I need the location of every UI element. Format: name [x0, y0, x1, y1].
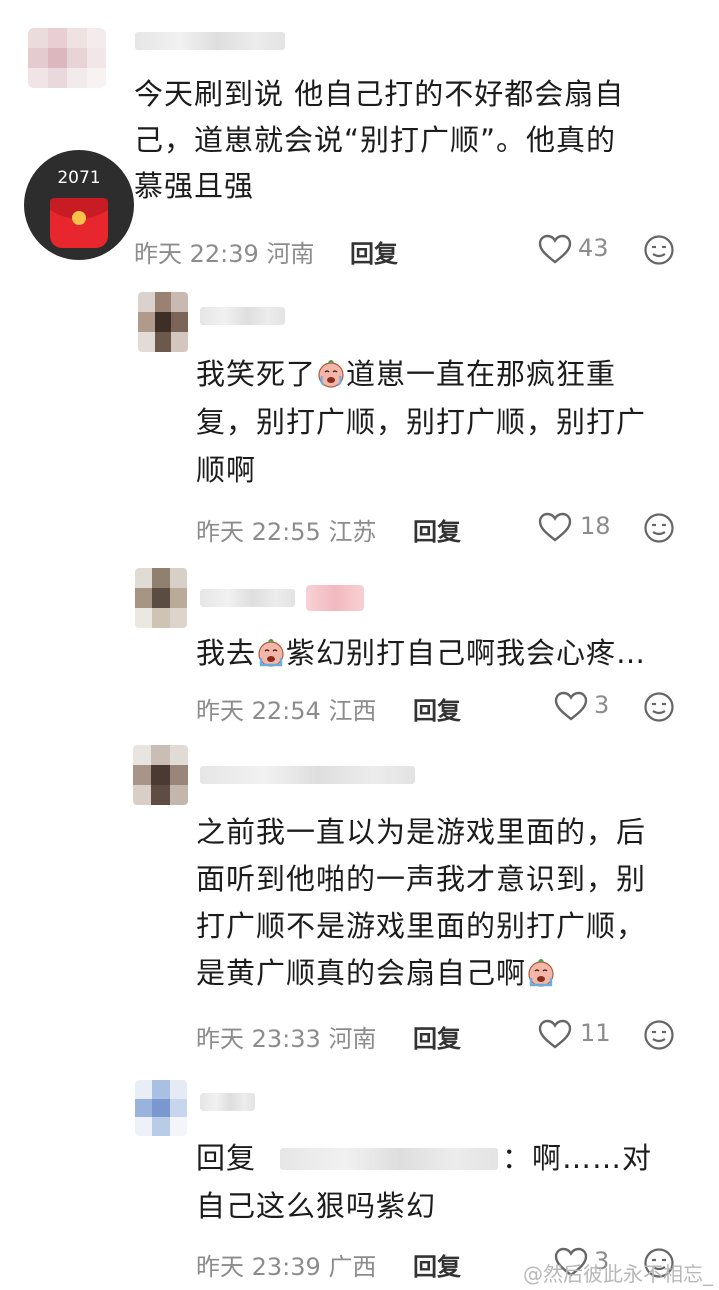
comment-time: 昨天 22:55 江苏: [196, 512, 376, 547]
reply-button[interactable]: 回复: [413, 1019, 461, 1054]
time-text: 昨天 23:33: [196, 1025, 321, 1053]
username-blurred[interactable]: [200, 307, 285, 325]
comment-badge: 2071: [24, 150, 134, 260]
time-text: 昨天 22:39: [134, 240, 259, 268]
like-count: 18: [580, 512, 611, 540]
username-blurred[interactable]: [200, 766, 415, 784]
comment-line: 今天刷到说 他自己打的不好都会扇自: [134, 77, 625, 111]
comment-line: 我笑死了 道崽一直在那疯狂重: [196, 354, 696, 394]
comment-line: 打广顺不是游戏里面的别打广顺，: [196, 909, 647, 943]
reply-button[interactable]: 回复: [413, 512, 461, 547]
comment-text: 今天刷到说 他自己打的不好都会扇自 己，道崽就会说“别打广顺”。他真的 慕强且强: [134, 74, 694, 206]
reply-button[interactable]: 回复: [413, 1247, 461, 1282]
comment-fragment: ：啊……对: [502, 1141, 653, 1175]
heart-outline-icon[interactable]: [538, 234, 572, 264]
comment-text: 我笑死了 道崽一直在那疯狂重 复，别打广顺，别打广顺，别打广 顺啊: [196, 354, 696, 490]
heart-outline-icon[interactable]: [538, 512, 572, 542]
location-text: 河南: [266, 240, 315, 268]
reply-button[interactable]: 回复: [413, 691, 461, 726]
avatar[interactable]: [28, 28, 106, 88]
red-packet-icon: [50, 198, 108, 248]
avatar[interactable]: [133, 745, 188, 805]
badge-number: 2071: [57, 168, 101, 188]
comment-line: 面听到他啪的一声我才意识到，别: [196, 862, 647, 896]
comment-line: 慕强且强: [134, 169, 255, 203]
watermark: @然后彼此永不相忘_: [523, 1262, 713, 1286]
comment-fragment: 我笑死了: [196, 357, 317, 391]
like-count: 3: [594, 691, 610, 719]
location-text: 江西: [328, 697, 377, 725]
comment-line: 复，别打广顺，别打广顺，别打广: [196, 405, 647, 439]
heart-outline-icon[interactable]: [538, 1019, 572, 1049]
comment-line: 自己这么狠吗紫幻: [196, 1189, 437, 1223]
avatar[interactable]: [138, 292, 188, 352]
like-count: 11: [580, 1019, 611, 1047]
time-text: 昨天 23:39: [196, 1253, 321, 1281]
mentioned-user-blurred[interactable]: [280, 1148, 498, 1170]
location-text: 江苏: [328, 518, 377, 546]
comment-line: 我去 紫幻别打自己啊我会心疼…: [196, 633, 696, 673]
username-blurred[interactable]: [200, 1093, 255, 1111]
comment-time: 昨天 23:33 河南: [196, 1019, 376, 1054]
smiley-face-icon[interactable]: [643, 234, 675, 266]
like-count: 43: [578, 234, 609, 262]
avatar[interactable]: [135, 1080, 187, 1136]
smiley-face-icon[interactable]: [643, 1019, 675, 1051]
comment-line: 顺啊: [196, 453, 257, 487]
crying-laugh-emoji: [528, 959, 554, 987]
username-blurred[interactable]: [200, 589, 295, 607]
time-text: 昨天 22:55: [196, 518, 321, 546]
user-tag-blurred: [306, 585, 364, 611]
heart-outline-icon[interactable]: [554, 691, 588, 721]
reply-prefix: 回复: [196, 1141, 257, 1175]
crying-laugh-emoji: [318, 360, 344, 388]
username-blurred[interactable]: [135, 32, 285, 50]
comment-fragment: 是黄广顺真的会扇自己啊: [196, 956, 527, 990]
location-text: 河南: [328, 1025, 377, 1053]
comment-line: 之前我一直以为是游戏里面的，后: [196, 815, 647, 849]
comment-thread-screen: { "comments": [ { "text": "今天刷到说 他自己打的不好…: [0, 0, 719, 1290]
comment-time: 昨天 23:39 广西: [196, 1247, 376, 1282]
comment-text: 回复 ：啊……对 自己这么狠吗紫幻: [196, 1138, 696, 1226]
smiley-face-icon[interactable]: [643, 691, 675, 723]
location-text: 广西: [328, 1253, 377, 1281]
comment-text: 之前我一直以为是游戏里面的，后 面听到他啪的一声我才意识到，别 打广顺不是游戏里…: [196, 812, 696, 993]
comment-fragment: 紫幻别打自己啊我会心疼…: [286, 636, 647, 670]
comment-time: 昨天 22:39 河南: [134, 234, 314, 269]
reply-button[interactable]: 回复: [350, 234, 398, 269]
comment-line: 己，道崽就会说“别打广顺”。他真的: [134, 123, 617, 157]
smiley-face-icon[interactable]: [643, 512, 675, 544]
comment-line: 回复 ：啊……对: [196, 1138, 696, 1178]
crying-laugh-emoji: [258, 639, 284, 667]
avatar[interactable]: [135, 568, 187, 628]
comment-fragment: 道崽一直在那疯狂重: [346, 357, 617, 391]
comment-time: 昨天 22:54 江西: [196, 691, 376, 726]
comment-fragment: 我去: [196, 636, 257, 670]
comment-line: 是黄广顺真的会扇自己啊: [196, 953, 696, 993]
comment-text: 我去 紫幻别打自己啊我会心疼…: [196, 633, 696, 673]
time-text: 昨天 22:54: [196, 697, 321, 725]
